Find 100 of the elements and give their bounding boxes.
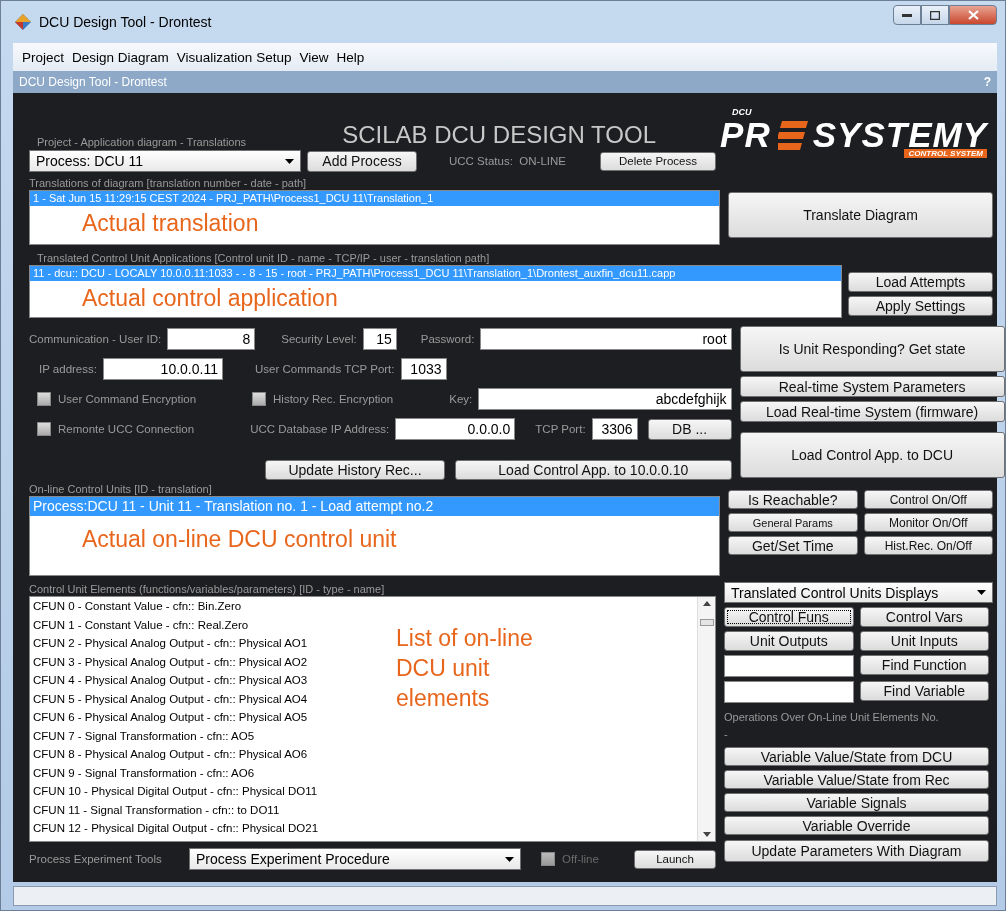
caret-icon [977, 590, 986, 595]
list-row[interactable]: CFUN 11 - Signal Transformation - cfn:: to DO11 [30, 800, 280, 819]
find-button[interactable]: Find Function [859, 655, 989, 675]
action-button[interactable]: Is Unit Responding? Get state [739, 326, 1005, 372]
field-label: TCP Port: [535, 423, 586, 435]
minimize-icon [902, 13, 912, 17]
action-button[interactable]: Get/Set Time [728, 536, 858, 555]
section-label: Control Unit Elements (functions/variables/parameters) [ID - type - name] [29, 582, 385, 596]
action-button[interactable]: Load Real-time System (firmware) [739, 401, 1005, 422]
panel-title: DCU Design Tool - Drontest [19, 75, 167, 89]
action-button[interactable]: Load Control App. to 10.0.0.10 [455, 460, 732, 480]
display-select[interactable]: Translated Control Units Displays [724, 582, 993, 603]
input-field[interactable]: 3306 [591, 418, 638, 440]
field-label: Key: [449, 393, 473, 405]
action-button[interactable]: Load Attempts [848, 272, 993, 292]
minimize-button[interactable] [893, 5, 921, 25]
scroll-up-icon[interactable] [702, 601, 711, 606]
action-button[interactable]: Real-time System Parameters [739, 376, 1005, 397]
list-row[interactable]: CFUN 8 - Physical Analog Output - cfn:: Physical AO6 [30, 745, 308, 764]
maximize-button[interactable] [921, 5, 949, 25]
app-diamond-icon [15, 14, 31, 30]
action-button[interactable]: Apply Settings [848, 296, 993, 316]
annotation: Actual on-line DCU control unit [81, 526, 398, 553]
input-field[interactable]: 8 [167, 328, 256, 350]
action-button[interactable]: Update History Rec... [265, 460, 445, 480]
delete-process-button[interactable]: Delete Process [600, 151, 716, 171]
input-field[interactable]: 15 [362, 328, 397, 350]
scrollbar[interactable] [697, 597, 715, 841]
checkbox-label: Off-line [562, 853, 599, 865]
display-button[interactable]: Unit Outputs [724, 631, 854, 651]
search-field[interactable] [724, 655, 854, 677]
close-icon [967, 10, 979, 20]
list-row[interactable]: CFUN 9 - Signal Transformation - cfn:: AO6 [30, 763, 255, 782]
list-row[interactable]: CFUN 1 - Constant Value - cfn:: Real.Zero [30, 615, 249, 634]
action-button[interactable]: Hist.Rec. On/Off [863, 536, 993, 555]
display-button[interactable]: Control Funs [724, 607, 854, 627]
scroll-thumb[interactable] [699, 619, 714, 626]
display-button[interactable]: Control Vars [859, 607, 989, 627]
input-field[interactable]: root [480, 328, 732, 350]
add-process-button[interactable]: Add Process [307, 150, 417, 172]
close-button[interactable] [949, 5, 997, 25]
translate-button[interactable]: Translate Diagram [728, 192, 993, 238]
maximize-icon [930, 10, 940, 20]
action-button[interactable]: Variable Override [724, 816, 989, 835]
action-button[interactable]: Monitor On/Off [863, 513, 993, 532]
checkbox-label: History Rec. Encryption [273, 393, 394, 405]
section-label: Project - Application diagram - Translations [36, 135, 247, 149]
field-label: Security Level: [281, 333, 357, 345]
input-field[interactable]: 10.0.0.11 [102, 358, 223, 380]
find-button[interactable]: Find Variable [859, 681, 989, 701]
list-row[interactable]: CFUN 10 - Physical Digital Output - cfn:: Physical DO11 [30, 782, 318, 801]
procedure-select[interactable]: Process Experiment Procedure [189, 848, 521, 870]
list-row[interactable]: CFUN 12 - Physical Digital Output - cfn:: Physical DO21 [30, 819, 319, 838]
annotation: Actual control application [81, 285, 339, 312]
section-label: Translations of diagram [translation number - date - path] [29, 176, 307, 190]
search-field[interactable] [724, 681, 854, 703]
ucc-status: UCC Status: ON-LINE [449, 155, 566, 167]
list-row[interactable]: CFUN 4 - Physical Analog Output - cfn:: Physical AO3 [30, 671, 308, 690]
menu-item[interactable]: View [296, 47, 332, 67]
menu-item[interactable]: Visualization Setup [173, 47, 295, 67]
operations-label: Operations Over On-Line Unit Elements No. [724, 711, 940, 723]
action-button[interactable]: Control On/Off [863, 490, 993, 509]
menu-item[interactable]: Design Diagram [69, 47, 172, 67]
list-row[interactable]: CFUN 2 - Physical Analog Output - cfn:: Physical AO1 [30, 634, 308, 653]
list-row[interactable]: CFUN 5 - Physical Analog Output - cfn:: Physical AO4 [30, 689, 308, 708]
field-label: UCC Database IP Address: [250, 423, 390, 435]
field-label: Communication - User ID: [29, 333, 162, 345]
menu-item[interactable]: Project [19, 47, 68, 67]
caret-icon [285, 158, 294, 164]
process-select[interactable]: Process: DCU 11 [29, 150, 301, 172]
input-field[interactable]: 1033 [400, 358, 447, 380]
launch-button[interactable]: Launch [634, 849, 716, 869]
section-label: On-line Control Units [ID - translation] [29, 482, 212, 496]
action-button[interactable]: Is Reachable? [728, 490, 858, 509]
list-row[interactable]: CFUN 7 - Signal Transformation - cfn:: AO5 [30, 726, 255, 745]
checkbox[interactable] [37, 392, 51, 406]
app-heading: SCILAB DCU DESIGN TOOL [342, 121, 656, 149]
action-button[interactable]: Variable Signals [724, 793, 989, 812]
checkbox[interactable] [252, 392, 267, 406]
menu-item[interactable]: Help [333, 47, 368, 67]
input-field[interactable]: 0.0.0.0 [395, 418, 516, 440]
list-row[interactable]: CFUN 3 - Physical Analog Output - cfn:: Physical AO2 [30, 652, 308, 671]
action-button[interactable]: Load Control App. to DCU [739, 432, 1005, 478]
action-button[interactable]: Variable Value/State from Rec [724, 770, 989, 789]
checkbox-label: User Command Encryption [58, 393, 197, 405]
action-button[interactable]: Variable Value/State from DCU [724, 747, 989, 766]
field-label: Password: [420, 333, 475, 345]
field-label: User Commands TCP Port: [254, 363, 395, 375]
list-row[interactable]: CFUN 0 - Constant Value - cfn:: Bin.Zero [30, 597, 242, 616]
checkbox[interactable] [37, 422, 51, 436]
action-button[interactable]: Update Parameters With Diagram [724, 840, 989, 862]
caret-icon [505, 856, 514, 862]
list-row[interactable]: CFUN 6 - Physical Analog Output - cfn:: Physical AO5 [30, 708, 308, 727]
operations-value: - [724, 729, 729, 739]
action-button[interactable]: General Params [728, 513, 858, 532]
db-button[interactable]: DB ... [647, 418, 732, 440]
scroll-down-icon[interactable] [702, 832, 711, 837]
input-field[interactable]: abcdefghijk [478, 388, 732, 410]
display-button[interactable]: Unit Inputs [859, 631, 989, 651]
annotation: List of on-line DCU unit elements [396, 624, 534, 713]
